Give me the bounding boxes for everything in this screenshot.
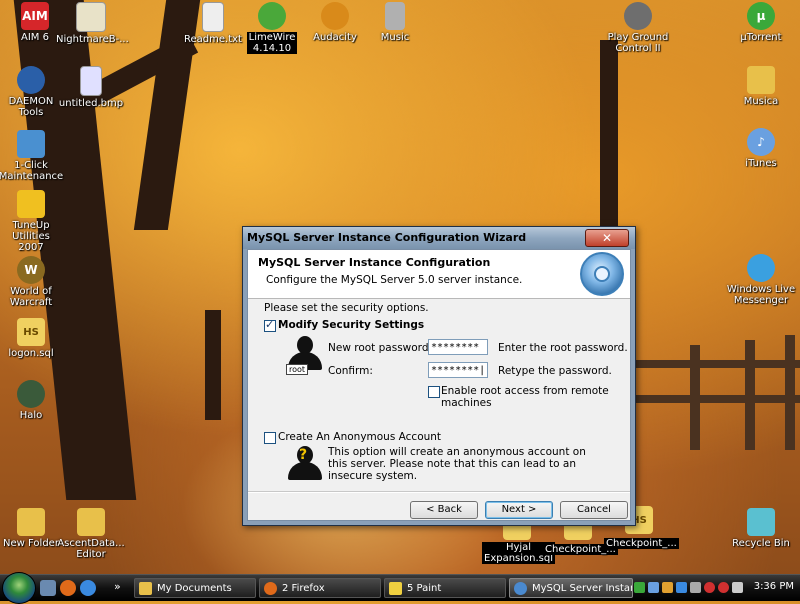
anonymous-account-label: Create An Anonymous Account bbox=[278, 431, 442, 443]
taskbar: » My Documents 2 Firefox 5 Paint MySQL S… bbox=[0, 572, 800, 604]
new-password-field[interactable]: ******** bbox=[428, 339, 488, 355]
desktop-icon-1-click[interactable]: 1-Click Maintenance bbox=[0, 130, 66, 182]
itunes-icon: ♪ bbox=[747, 128, 775, 156]
desktop-icon-utorrent[interactable]: µ µTorrent bbox=[726, 2, 796, 43]
desktop-icon-halo[interactable]: Halo bbox=[0, 380, 66, 421]
folder-icon bbox=[747, 66, 775, 94]
maintenance-icon bbox=[17, 130, 45, 158]
desktop-icon-recycle-bin[interactable]: Recycle Bin bbox=[726, 508, 796, 549]
window-title: MySQL Server Instance Configuration Wiza… bbox=[247, 231, 527, 244]
playground-icon bbox=[624, 2, 652, 30]
anonymous-user-icon: ? bbox=[288, 446, 322, 480]
anonymous-account-checkbox[interactable] bbox=[264, 432, 276, 444]
tuneup-icon bbox=[17, 190, 45, 218]
back-button[interactable]: < Back bbox=[410, 501, 478, 519]
desktop-icon-nightmare[interactable]: NightmareB-... bbox=[56, 2, 129, 45]
volume-icon[interactable] bbox=[732, 582, 743, 593]
paint-icon bbox=[389, 582, 402, 595]
desktop-icon-untitled-bmp[interactable]: untitled.bmp bbox=[56, 66, 126, 109]
utorrent-icon: µ bbox=[747, 2, 775, 30]
security-prompt: Please set the security options. bbox=[264, 302, 429, 314]
firefox-icon bbox=[264, 582, 277, 595]
mysql-wizard-window[interactable]: MySQL Server Instance Configuration Wiza… bbox=[242, 226, 636, 526]
bitmap-icon bbox=[80, 66, 102, 96]
gear-icon bbox=[580, 252, 624, 296]
aim-icon: AIM bbox=[21, 2, 49, 30]
folder-icon bbox=[77, 508, 105, 536]
taskbar-button-mysql-wizard[interactable]: MySQL Server Instanc... bbox=[509, 578, 633, 598]
wizard-header: MySQL Server Instance Configuration Conf… bbox=[248, 250, 630, 299]
question-mark-icon: ? bbox=[299, 447, 308, 463]
clock[interactable]: 3:36 PM bbox=[754, 581, 794, 592]
header-subtitle: Configure the MySQL Server 5.0 server in… bbox=[266, 274, 523, 286]
taskbar-button-paint[interactable]: 5 Paint bbox=[384, 578, 506, 598]
folder-icon bbox=[17, 508, 45, 536]
remote-access-label: Enable root access from remote machines bbox=[441, 385, 609, 409]
tray-icon-4[interactable] bbox=[676, 582, 687, 593]
fence-post-2 bbox=[745, 340, 755, 450]
halo-icon bbox=[17, 380, 45, 408]
desktop-icon-itunes[interactable]: ♪ iTunes bbox=[726, 128, 796, 169]
tray-icon-6[interactable] bbox=[704, 582, 715, 593]
root-tag: root bbox=[286, 364, 309, 375]
start-button[interactable] bbox=[2, 572, 36, 604]
sql-file-icon: HS bbox=[17, 318, 45, 346]
desktop-icon-music[interactable]: Music bbox=[360, 2, 430, 43]
system-tray: 3:36 PM bbox=[630, 575, 800, 601]
fence-post-1 bbox=[690, 345, 700, 450]
modify-security-checkbox[interactable] bbox=[264, 318, 276, 332]
desktop-icon-limewire[interactable]: LimeWire 4.14.10 bbox=[237, 2, 307, 54]
confirm-label: Confirm: bbox=[328, 365, 373, 377]
wow-icon: W bbox=[17, 256, 45, 284]
close-button[interactable]: ✕ bbox=[585, 229, 629, 247]
header-title: MySQL Server Instance Configuration bbox=[258, 256, 491, 269]
music-folder-icon bbox=[385, 2, 405, 30]
desktop-icon-logon-sql[interactable]: HS logon.sql bbox=[0, 318, 66, 359]
taskbar-button-my-documents[interactable]: My Documents bbox=[134, 578, 256, 598]
tray-icon-7[interactable] bbox=[718, 582, 729, 593]
desktop-icon-messenger[interactable]: Windows Live Messenger bbox=[726, 254, 796, 306]
wizard-body: MySQL Server Instance Configuration Conf… bbox=[247, 249, 631, 521]
footer-divider bbox=[248, 491, 630, 493]
confirm-password-field[interactable]: ********| bbox=[428, 362, 488, 378]
tray-icon-2[interactable] bbox=[648, 582, 659, 593]
quicklaunch-firefox-icon[interactable] bbox=[60, 580, 76, 596]
modify-security-label: Modify Security Settings bbox=[278, 319, 425, 331]
desktop-icon-ascentdata[interactable]: AscentData... Editor bbox=[56, 508, 126, 560]
next-button[interactable]: Next > bbox=[485, 501, 553, 519]
new-password-hint: Enter the root password. bbox=[498, 342, 628, 354]
recycle-bin-icon bbox=[747, 508, 775, 536]
desktop-icon-tuneup[interactable]: TuneUp Utilities 2007 bbox=[0, 190, 66, 253]
desktop-icon-playground[interactable]: Play Ground Control II bbox=[603, 2, 673, 54]
quicklaunch-chevron[interactable]: » bbox=[114, 580, 121, 593]
fence-rail-2 bbox=[635, 395, 800, 403]
quicklaunch-show-desktop-icon[interactable] bbox=[40, 580, 56, 596]
daemon-tools-icon bbox=[17, 66, 45, 94]
taskbar-button-firefox[interactable]: 2 Firefox bbox=[259, 578, 381, 598]
new-password-label: New root password: bbox=[328, 342, 433, 354]
anonymous-description: This option will create an anonymous acc… bbox=[328, 446, 586, 482]
tray-icon-5[interactable] bbox=[690, 582, 701, 593]
confirm-hint: Retype the password. bbox=[498, 365, 612, 377]
limewire-icon bbox=[258, 2, 286, 30]
cancel-button[interactable]: Cancel bbox=[560, 501, 628, 519]
fence-rail-1 bbox=[635, 360, 800, 368]
folder-icon bbox=[139, 582, 152, 595]
mysql-wizard-icon bbox=[514, 582, 527, 595]
fence-post-3 bbox=[785, 335, 795, 450]
tray-icon-3[interactable] bbox=[662, 582, 673, 593]
messenger-icon bbox=[747, 254, 775, 282]
desktop-icon-wow[interactable]: W World of Warcraft bbox=[0, 256, 66, 308]
close-icon: ✕ bbox=[601, 231, 613, 245]
desktop-icon-musica[interactable]: Musica bbox=[726, 66, 796, 107]
text-file-icon bbox=[202, 2, 224, 32]
remote-access-checkbox[interactable] bbox=[428, 386, 440, 398]
audacity-icon bbox=[321, 2, 349, 30]
quicklaunch-ie-icon[interactable] bbox=[80, 580, 96, 596]
window-titlebar[interactable]: MySQL Server Instance Configuration Wiza… bbox=[243, 227, 635, 249]
document-icon bbox=[76, 2, 106, 32]
tray-icon-1[interactable] bbox=[634, 582, 645, 593]
